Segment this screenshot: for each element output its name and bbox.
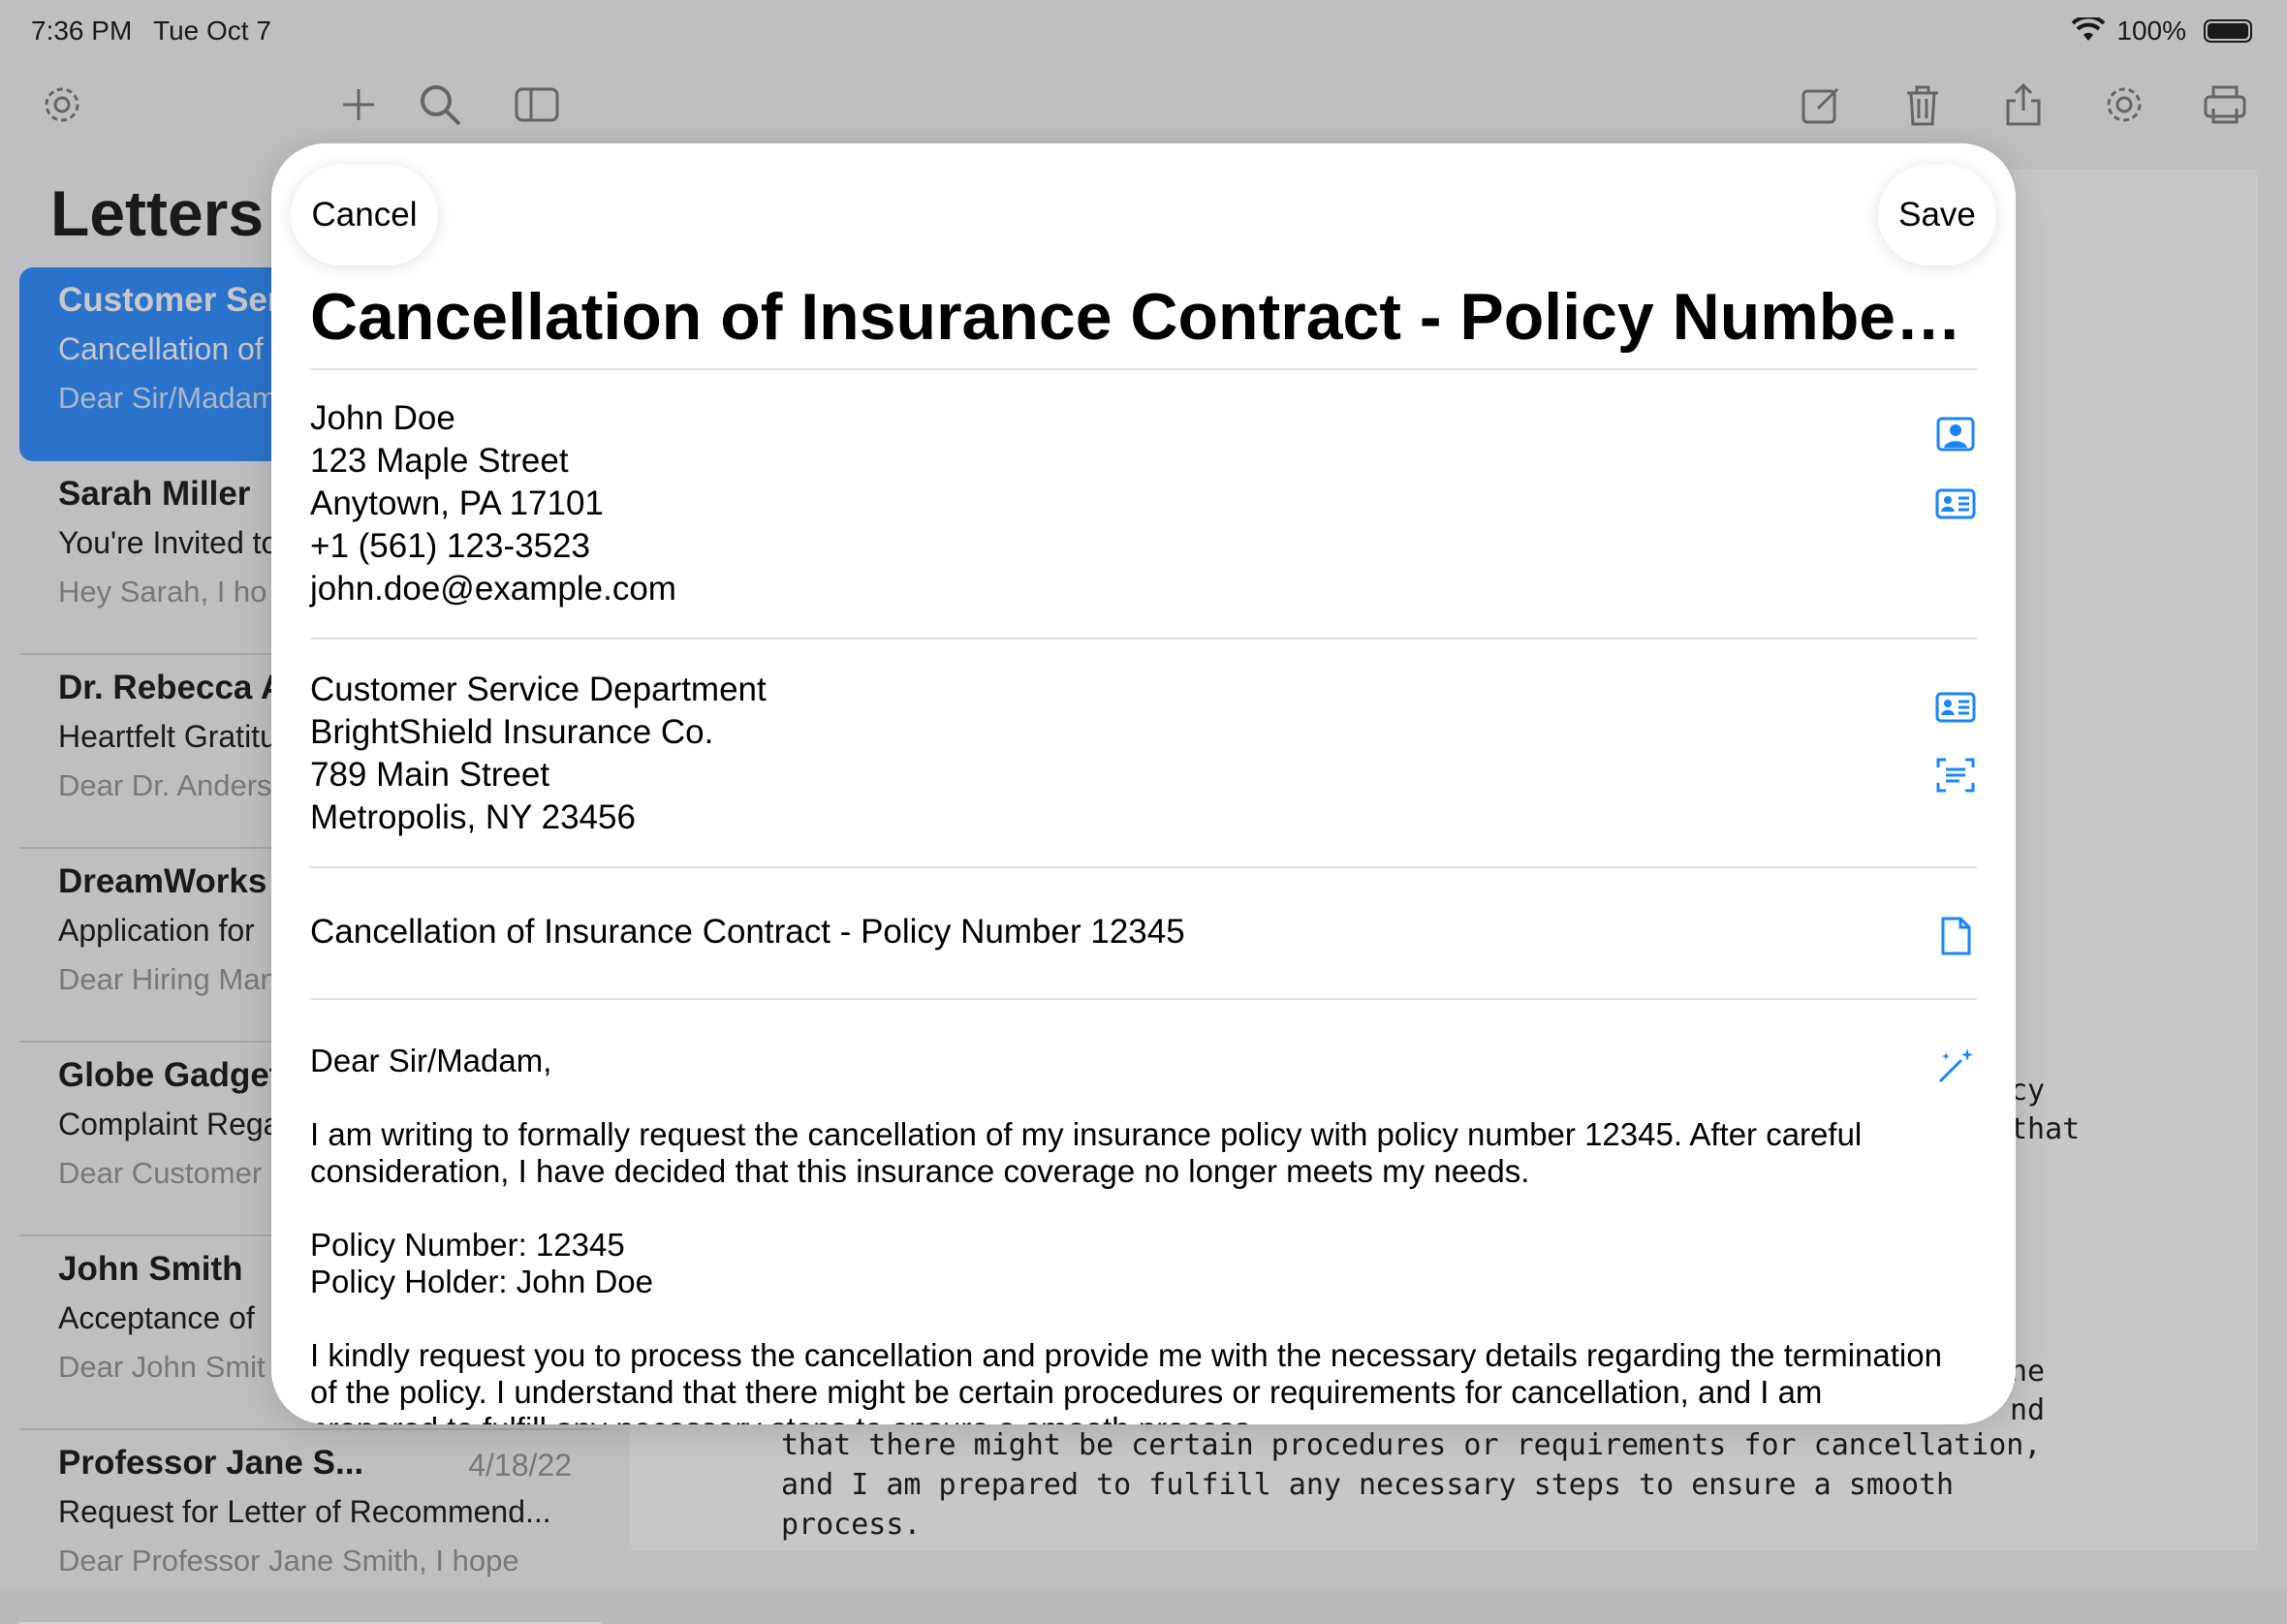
edit-letter-sheet: Cancel Save Cancellation of Insurance Co…	[271, 143, 2016, 1424]
subject-line[interactable]: Cancellation of Insurance Contract - Pol…	[310, 911, 1185, 953]
body-policy-number: Policy Number: 12345	[310, 1227, 625, 1263]
body-greeting: Dear Sir/Madam,	[310, 1043, 552, 1078]
divider	[310, 998, 1977, 1000]
recipient-city: Metropolis, NY 23456	[310, 798, 636, 836]
recipient-address-block[interactable]: Customer Service Department BrightShield…	[310, 669, 767, 839]
sender-name: John Doe	[310, 399, 455, 437]
recipient-department: Customer Service Department	[310, 671, 767, 708]
sender-phone: +1 (561) 123-3523	[310, 527, 590, 565]
contact-card-icon[interactable]	[1934, 483, 1977, 525]
cancel-button[interactable]: Cancel	[291, 165, 438, 265]
letter-body-editor[interactable]: Dear Sir/Madam, I am writing to formally…	[310, 1043, 1958, 1424]
recipient-company: BrightShield Insurance Co.	[310, 713, 714, 751]
sender-address-block[interactable]: John Doe 123 Maple Street Anytown, PA 17…	[310, 397, 676, 610]
body-paragraph: I am writing to formally request the can…	[310, 1116, 1863, 1189]
text-scan-icon[interactable]	[1934, 754, 1977, 796]
save-button[interactable]: Save	[1878, 165, 1996, 265]
body-policy-holder: Policy Holder: John Doe	[310, 1264, 654, 1299]
sender-city: Anytown, PA 17101	[310, 484, 604, 522]
body-paragraph: I kindly request you to process the canc…	[310, 1337, 1942, 1424]
divider	[310, 638, 1977, 640]
person-square-icon[interactable]	[1934, 413, 1977, 455]
sender-email: john.doe@example.com	[310, 570, 676, 608]
sender-street: 123 Maple Street	[310, 442, 569, 480]
divider	[310, 866, 1977, 868]
document-icon[interactable]	[1934, 915, 1977, 957]
contact-card-icon[interactable]	[1934, 686, 1977, 729]
letter-title[interactable]: Cancellation of Insurance Contract - Pol…	[310, 279, 1977, 355]
divider	[310, 368, 1977, 370]
recipient-street: 789 Main Street	[310, 756, 550, 794]
